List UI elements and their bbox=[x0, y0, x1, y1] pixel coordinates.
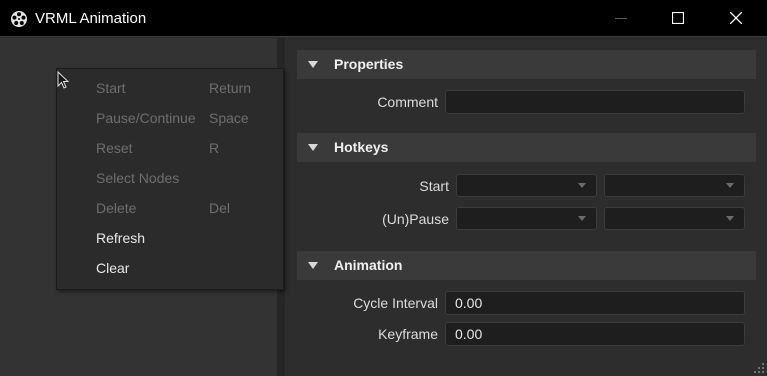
mouse-pointer-icon bbox=[57, 71, 69, 89]
menu-item-label: Clear bbox=[96, 260, 130, 276]
menu-item-reset[interactable]: Reset R bbox=[57, 134, 283, 164]
cycle-interval-field[interactable] bbox=[445, 291, 745, 315]
section-title: Hotkeys bbox=[334, 139, 389, 155]
pause-hotkey-primary-dropdown[interactable] bbox=[456, 207, 597, 230]
menu-item-delete[interactable]: Delete Del bbox=[57, 194, 283, 224]
keyframe-field[interactable] bbox=[445, 322, 745, 346]
menu-item-pause-continue[interactable]: Pause/Continue Space bbox=[57, 104, 283, 134]
resize-grip-icon[interactable] bbox=[753, 362, 765, 374]
animation-section-header[interactable]: Animation bbox=[297, 251, 756, 280]
maximize-button[interactable] bbox=[655, 0, 701, 37]
menu-item-label: Select Nodes bbox=[96, 170, 180, 186]
start-hotkey-label: Start bbox=[419, 178, 449, 194]
collapse-triangle-icon bbox=[308, 262, 318, 269]
collapse-triangle-icon bbox=[308, 144, 318, 151]
properties-section-header[interactable]: Properties bbox=[297, 50, 756, 79]
menu-item-label: Delete bbox=[96, 200, 137, 216]
menu-item-clear[interactable]: Clear bbox=[57, 254, 283, 284]
comment-field[interactable] bbox=[445, 90, 745, 114]
chevron-down-icon bbox=[726, 216, 734, 221]
menu-item-label: Start bbox=[96, 80, 126, 96]
title-bar: VRML Animation bbox=[0, 0, 767, 37]
menu-item-shortcut: Del bbox=[209, 200, 231, 216]
chevron-down-icon bbox=[726, 183, 734, 188]
film-reel-icon bbox=[10, 10, 28, 28]
minimize-icon bbox=[615, 18, 627, 19]
menu-item-label: Reset bbox=[96, 140, 133, 156]
pause-hotkey-secondary-dropdown[interactable] bbox=[604, 207, 745, 230]
chevron-down-icon bbox=[578, 216, 586, 221]
section-title: Properties bbox=[334, 56, 404, 72]
keyframe-label: Keyframe bbox=[378, 326, 438, 342]
section-title: Animation bbox=[334, 257, 403, 273]
context-menu: Start Return Pause/Continue Space Reset … bbox=[56, 68, 284, 290]
menu-item-label: Refresh bbox=[96, 230, 146, 246]
comment-label: Comment bbox=[377, 94, 438, 110]
window-title: VRML Animation bbox=[35, 10, 147, 27]
start-hotkey-primary-dropdown[interactable] bbox=[456, 174, 597, 197]
menu-item-shortcut: Space bbox=[209, 110, 249, 126]
start-hotkey-secondary-dropdown[interactable] bbox=[604, 174, 745, 197]
close-icon bbox=[730, 12, 742, 24]
chevron-down-icon bbox=[578, 183, 586, 188]
close-button[interactable] bbox=[713, 0, 759, 37]
menu-item-label: Pause/Continue bbox=[96, 110, 196, 126]
menu-item-select-nodes[interactable]: Select Nodes bbox=[57, 164, 283, 194]
maximize-icon bbox=[672, 12, 684, 24]
menu-item-start[interactable]: Start Return bbox=[57, 74, 283, 104]
menu-item-refresh[interactable]: Refresh bbox=[57, 224, 283, 254]
cycle-interval-label: Cycle Interval bbox=[353, 295, 438, 311]
hotkeys-section-header[interactable]: Hotkeys bbox=[297, 133, 756, 162]
collapse-triangle-icon bbox=[308, 61, 318, 68]
pause-hotkey-label: (Un)Pause bbox=[382, 211, 449, 227]
minimize-button[interactable] bbox=[598, 0, 644, 37]
menu-item-shortcut: R bbox=[209, 140, 220, 156]
menu-item-shortcut: Return bbox=[209, 80, 252, 96]
